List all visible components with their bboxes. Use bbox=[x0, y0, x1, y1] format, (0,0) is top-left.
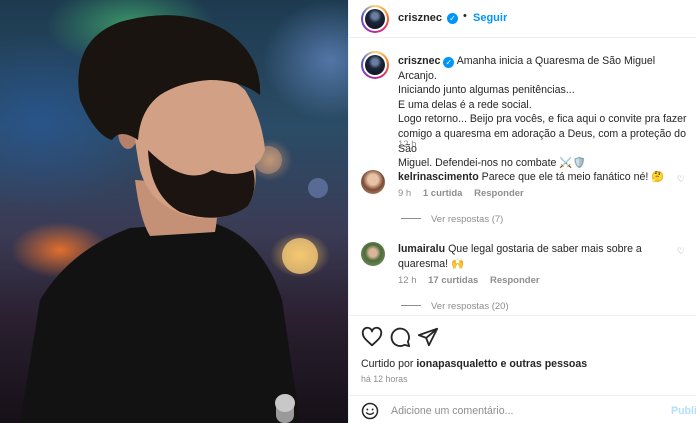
commenter-avatar[interactable] bbox=[361, 242, 385, 266]
caption-username[interactable]: crisznec bbox=[398, 55, 440, 67]
caption-line: Iniciando junto algumas penitências... bbox=[398, 84, 575, 97]
liked-by-prefix: Curtido por bbox=[361, 358, 414, 370]
post-time-ago[interactable]: há 12 horas bbox=[361, 374, 407, 384]
comment-timestamp[interactable]: 9 h bbox=[398, 188, 411, 199]
follow-button[interactable]: Seguir bbox=[473, 12, 507, 24]
post-actions: Curtido por ionapasqualetto e outras pes… bbox=[349, 315, 696, 400]
view-replies-label: Ver respostas (7) bbox=[431, 214, 504, 225]
add-comment-bar: Publi bbox=[349, 395, 696, 423]
commenter-username[interactable]: kelrinascimento bbox=[398, 171, 479, 183]
reply-button[interactable]: Responder bbox=[490, 275, 540, 286]
caption-text: crisznec ✓ Amanha inicia a Quaresma de S… bbox=[398, 54, 694, 171]
comment-meta: 9 h 1 curtida Responder bbox=[398, 188, 533, 199]
view-replies-label: Ver respostas (20) bbox=[431, 301, 509, 312]
comment-like-heart-icon[interactable]: ♡ bbox=[677, 174, 685, 185]
publish-button[interactable]: Publi bbox=[671, 405, 696, 417]
verified-badge-icon: ✓ bbox=[447, 13, 458, 24]
comment-likes[interactable]: 17 curtidas bbox=[428, 275, 478, 286]
commenter-username[interactable]: lumairalu bbox=[398, 243, 445, 255]
author-avatar[interactable] bbox=[361, 5, 389, 33]
post-details-panel: crisznec ✓ • Seguir crisznec ✓ Amanha in… bbox=[348, 0, 696, 423]
caption-verified-badge-icon: ✓ bbox=[443, 57, 455, 68]
like-heart-icon[interactable] bbox=[361, 326, 383, 348]
share-paper-plane-icon[interactable] bbox=[417, 326, 439, 348]
post-header: crisznec ✓ • Seguir bbox=[349, 0, 696, 38]
comment-like-heart-icon[interactable]: ♡ bbox=[677, 246, 685, 257]
comment-input[interactable] bbox=[391, 402, 641, 420]
caption-line: Logo retorno... Beijo pra vocês, e fica … bbox=[398, 113, 687, 126]
post-photo-illustration bbox=[20, 15, 328, 423]
comment-bubble-icon[interactable] bbox=[389, 326, 411, 348]
post-photo bbox=[0, 0, 348, 423]
view-replies-button[interactable]: Ver respostas (7) bbox=[401, 214, 503, 225]
caption-line: Miguel. Defendei-nos no combate ⚔️🛡️ bbox=[398, 157, 586, 170]
caption-line: E uma delas é a rede social. bbox=[398, 98, 532, 111]
comment-text: lumairalu Que legal gostaria de saber ma… bbox=[398, 242, 678, 271]
reply-button[interactable]: Responder bbox=[474, 188, 524, 199]
comment-text: kelrinascimento Parece que ele tá meio f… bbox=[398, 170, 678, 185]
comment-timestamp[interactable]: 12 h bbox=[398, 275, 417, 286]
emoji-smiley-icon[interactable] bbox=[361, 402, 379, 420]
liked-by: Curtido por ionapasqualetto e outras pes… bbox=[361, 358, 587, 370]
author-username[interactable]: crisznec bbox=[398, 12, 442, 24]
comment-meta: 12 h 17 curtidas Responder bbox=[398, 275, 549, 286]
comment-body: Parece que ele tá meio fanático né! 🤔 bbox=[481, 171, 665, 183]
comment-likes[interactable]: 1 curtida bbox=[423, 188, 463, 199]
caption-author-avatar[interactable] bbox=[361, 51, 389, 79]
commenter-avatar[interactable] bbox=[361, 170, 385, 194]
caption-line: comigo a quaresma em adoração a Deus, co… bbox=[398, 127, 686, 155]
caption-timestamp[interactable]: 12 h bbox=[398, 139, 417, 150]
separator-dot: • bbox=[463, 10, 467, 22]
view-replies-button[interactable]: Ver respostas (20) bbox=[401, 301, 509, 312]
liked-by-others[interactable]: e outras pessoas bbox=[501, 358, 588, 370]
liked-by-user[interactable]: ionapasqualetto bbox=[416, 358, 497, 370]
